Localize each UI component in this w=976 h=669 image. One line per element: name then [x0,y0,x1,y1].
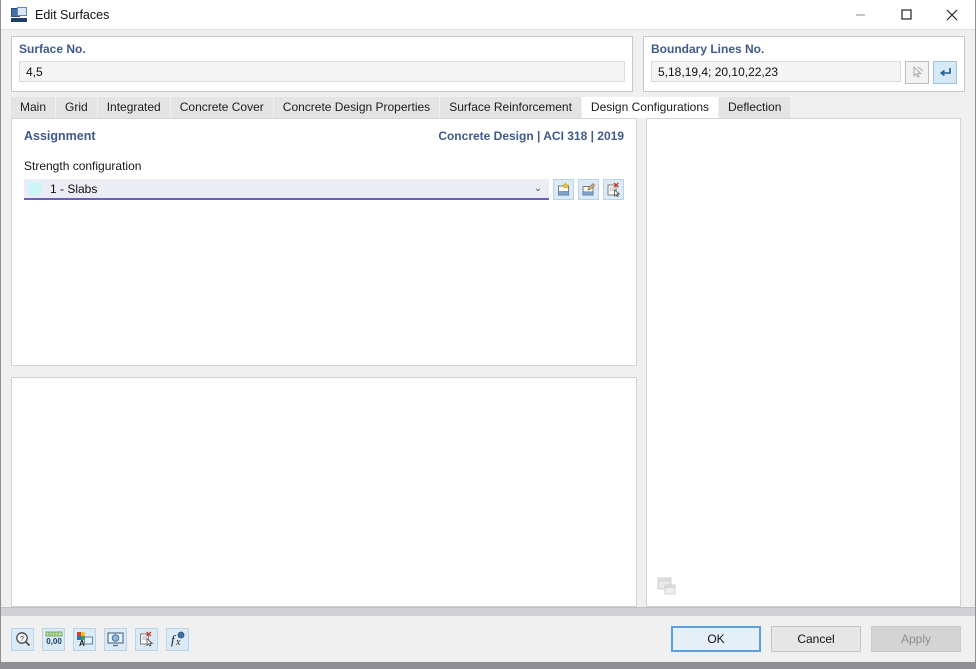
tab-concrete-cover[interactable]: Concrete Cover [170,97,273,118]
apply-button: Apply [871,626,961,652]
tab-main[interactable]: Main [11,97,56,118]
edit-configuration-button[interactable] [578,179,599,200]
maximize-button[interactable] [883,0,929,30]
decimal-places-icon[interactable]: 0,00 [42,627,65,651]
tab-concrete-design-properties[interactable]: Concrete Design Properties [273,97,440,118]
return-arrow-icon[interactable] [933,61,957,84]
tab-grid[interactable]: Grid [56,97,97,118]
tab-deflection[interactable]: Deflection [719,97,791,118]
header-fields: Surface No. 4,5 Boundary Lines No. 5,18,… [1,30,975,96]
help-info-icon[interactable]: ? [11,627,34,651]
view-display-icon[interactable] [104,627,127,651]
new-configuration-button[interactable] [553,179,574,200]
svg-text:x: x [175,637,181,647]
edit-surfaces-dialog: Edit Surfaces Surface No. 4,5 Boundary L… [0,0,976,663]
pick-cursor-icon[interactable] [905,61,929,84]
dialog-buttons: OK Cancel Apply [671,626,961,652]
cancel-button[interactable]: Cancel [771,626,861,652]
title-bar: Edit Surfaces [1,0,975,30]
window-title: Edit Surfaces [35,7,110,22]
left-column: Assignment Concrete Design | ACI 318 | 2… [11,118,637,607]
ok-button[interactable]: OK [671,626,761,652]
details-panel [11,377,637,607]
svg-text:0,00: 0,00 [46,637,62,646]
delete-configuration-button[interactable] [603,179,624,200]
surface-no-group: Surface No. 4,5 [11,36,633,92]
surface-no-input[interactable]: 4,5 [19,61,625,82]
strength-configuration-label: Strength configuration [24,159,142,173]
preview-panel [646,118,961,607]
window-controls [837,0,975,30]
dialog-body: Assignment Concrete Design | ACI 318 | 2… [1,118,975,607]
strength-configuration-value: 1 - Slabs [50,181,98,196]
tab-bar: Main Grid Integrated Concrete Cover Conc… [1,96,975,118]
cascade-windows-icon[interactable] [657,577,679,597]
minimize-button[interactable] [837,0,883,30]
tab-design-configurations[interactable]: Design Configurations [581,97,718,118]
strength-configuration-combo[interactable]: 1 - Slabs ⌄ [24,179,549,200]
boundary-lines-label: Boundary Lines No. [651,42,765,56]
formula-editor-icon[interactable]: f x [166,627,189,651]
tab-surface-reinforcement[interactable]: Surface Reinforcement [440,97,581,118]
clear-selection-icon[interactable] [135,627,158,651]
assignment-panel: Assignment Concrete Design | ACI 318 | 2… [11,118,637,366]
units-and-colors-icon[interactable]: A [73,627,96,651]
close-button[interactable] [929,0,975,30]
background-taskbar-strip [0,663,976,669]
assignment-title: Assignment [24,129,96,143]
boundary-lines-group: Boundary Lines No. 5,18,19,4; 20,10,22,2… [643,36,965,92]
footer-separator [1,607,975,616]
surface-no-label: Surface No. [19,42,86,56]
design-code-label: Concrete Design | ACI 318 | 2019 [438,129,624,143]
tab-integrated[interactable]: Integrated [97,97,170,118]
svg-text:?: ? [20,636,24,643]
boundary-lines-input[interactable]: 5,18,19,4; 20,10,22,23 [651,61,901,82]
chevron-down-icon[interactable]: ⌄ [531,183,545,194]
app-surfaces-icon [11,6,27,23]
configuration-color-swatch [28,182,42,195]
footer-toolbar: ? 0,00 A f x [11,627,671,651]
dialog-footer: ? 0,00 A f x OK Cancel Apply [1,616,975,662]
